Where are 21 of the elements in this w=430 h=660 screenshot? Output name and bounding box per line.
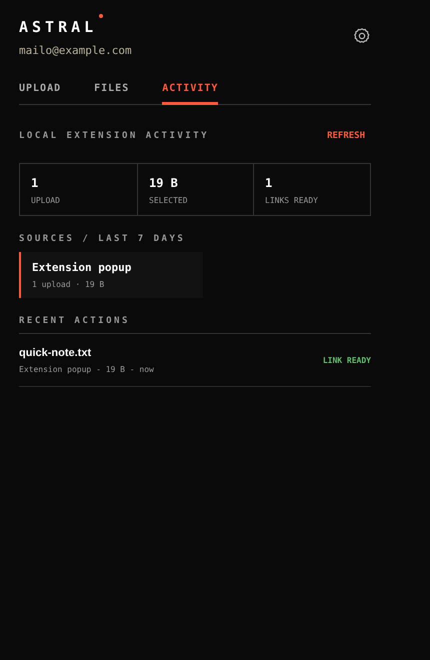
tab[interactable]: FILES bbox=[94, 83, 130, 105]
section-heading: SOURCES / LAST 7 DAYS bbox=[19, 234, 186, 244]
stat-value: 1 bbox=[31, 176, 40, 190]
source-name: Extension popup bbox=[32, 261, 132, 274]
stat-value: 1 bbox=[265, 176, 274, 190]
tab[interactable]: UPLOAD bbox=[19, 83, 62, 105]
account-email: mailo@example.com bbox=[19, 44, 132, 57]
file-name: quick-note.txt bbox=[19, 347, 92, 359]
stat-label: SELECTED bbox=[149, 196, 189, 205]
app-title: ASTRAL bbox=[19, 18, 98, 36]
tab[interactable]: ACTIVITY bbox=[162, 83, 218, 105]
section-heading: LOCAL EXTENSION ACTIVITY bbox=[19, 131, 210, 141]
stat-value: 19 B bbox=[149, 176, 179, 190]
settings-icon[interactable] bbox=[353, 27, 371, 45]
stat-label: UPLOAD bbox=[31, 196, 61, 205]
action-detail: Extension popup - 19 B - now bbox=[19, 365, 154, 374]
refresh-button[interactable]: REFRESH bbox=[327, 131, 365, 141]
section-heading: RECENT ACTIONS bbox=[19, 316, 371, 334]
stat-label: LINKS READY bbox=[265, 196, 319, 205]
source-detail: 1 upload · 19 B bbox=[32, 280, 106, 289]
status-label: LINK READY bbox=[322, 356, 371, 365]
